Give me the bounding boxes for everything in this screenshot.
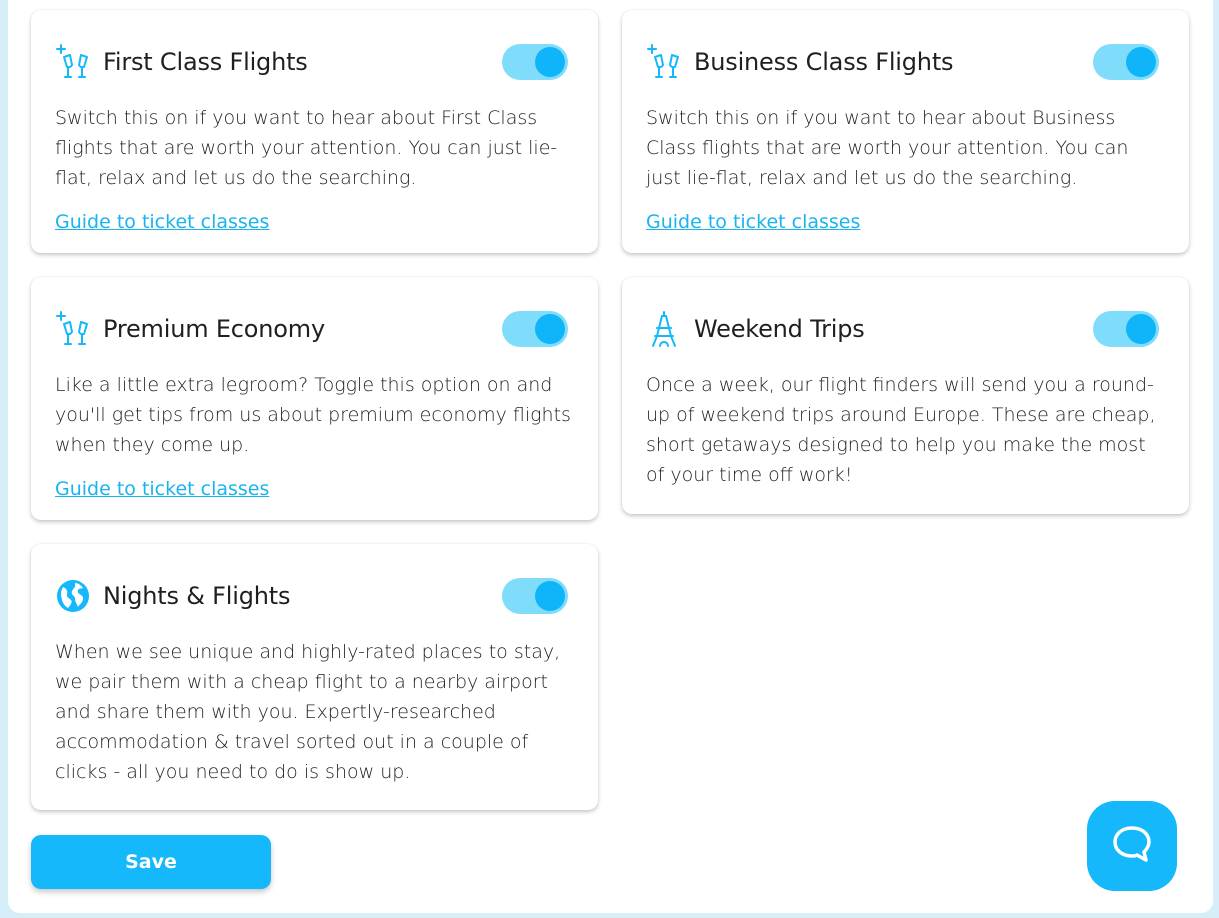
- globe-icon: [55, 577, 93, 615]
- card-premium-economy: Premium Economy Like a little extra legr…: [31, 277, 598, 520]
- card-nights-flights: Nights & Flights When we see unique and …: [31, 544, 598, 810]
- save-button[interactable]: Save: [31, 835, 271, 889]
- card-title: Weekend Trips: [694, 315, 865, 343]
- nights-flights-toggle[interactable]: [502, 578, 568, 614]
- card-title: Nights & Flights: [103, 582, 291, 610]
- guide-link[interactable]: Guide to ticket classes: [55, 478, 269, 500]
- premium-economy-toggle[interactable]: [502, 311, 568, 347]
- card-business-class: Business Class Flights Switch this on if…: [622, 10, 1189, 253]
- guide-link[interactable]: Guide to ticket classes: [55, 211, 269, 233]
- toggle-knob: [535, 581, 565, 611]
- toggle-knob: [1126, 314, 1156, 344]
- card-description: Like a little extra legroom? Toggle this…: [55, 374, 571, 456]
- card-first-class: First Class Flights Switch this on if yo…: [31, 10, 598, 253]
- weekend-trips-toggle[interactable]: [1093, 311, 1159, 347]
- card-title: First Class Flights: [103, 48, 308, 76]
- eiffel-tower-icon: [646, 310, 684, 348]
- champagne-glasses-icon: [55, 43, 93, 81]
- toggle-knob: [1126, 47, 1156, 77]
- card-weekend-trips: Weekend Trips Once a week, our flight fi…: [622, 277, 1189, 514]
- card-description: Switch this on if you want to hear about…: [646, 107, 1129, 189]
- card-description: When we see unique and highly-rated plac…: [55, 641, 561, 783]
- champagne-glasses-icon: [55, 310, 93, 348]
- business-class-toggle[interactable]: [1093, 44, 1159, 80]
- first-class-toggle[interactable]: [502, 44, 568, 80]
- card-title: Business Class Flights: [694, 48, 954, 76]
- card-description: Once a week, our flight finders will sen…: [646, 374, 1156, 486]
- toggle-knob: [535, 314, 565, 344]
- guide-link[interactable]: Guide to ticket classes: [646, 211, 860, 233]
- chat-bubble-icon: [1111, 824, 1153, 868]
- chat-button[interactable]: [1087, 801, 1177, 891]
- champagne-glasses-icon: [646, 43, 684, 81]
- toggle-knob: [535, 47, 565, 77]
- card-title: Premium Economy: [103, 315, 325, 343]
- card-description: Switch this on if you want to hear about…: [55, 107, 558, 189]
